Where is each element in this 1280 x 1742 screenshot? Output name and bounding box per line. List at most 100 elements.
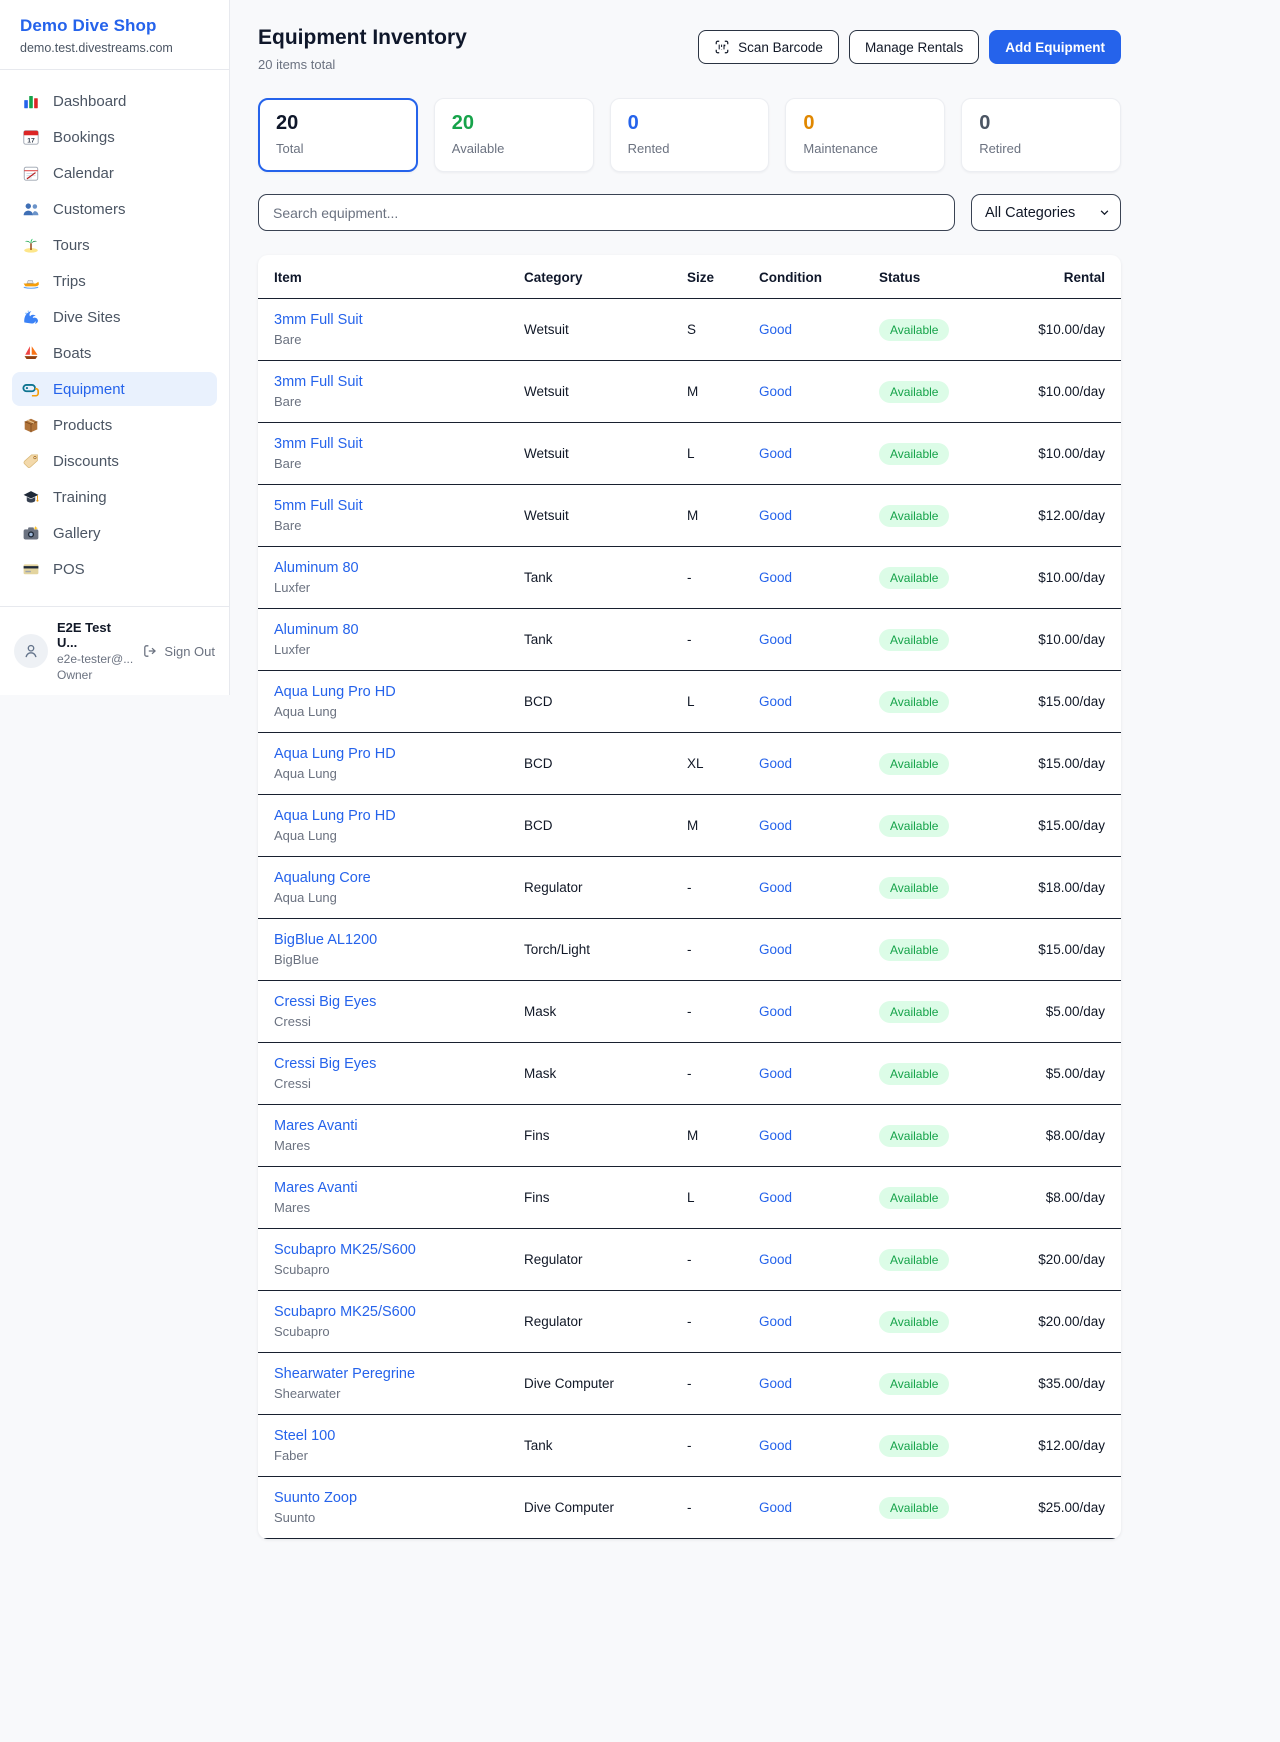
nav-item-icon <box>22 236 40 254</box>
stat-label: Maintenance <box>803 141 927 156</box>
sidebar-item[interactable]: Dashboard <box>12 84 217 118</box>
category-cell: Dive Computer <box>524 1500 687 1515</box>
stat-card[interactable]: 0 Rented <box>610 98 770 172</box>
nav-item-icon <box>22 488 40 506</box>
page-title: Equipment Inventory <box>258 26 467 50</box>
condition-link[interactable]: Good <box>759 1376 879 1391</box>
sidebar-item[interactable]: Calendar <box>12 156 217 190</box>
status-cell: Available <box>879 1435 1009 1457</box>
scan-barcode-button[interactable]: Scan Barcode <box>698 30 839 64</box>
sidebar-item[interactable]: POS <box>12 552 217 586</box>
item-name-link[interactable]: Mares Avanti <box>274 1180 524 1196</box>
status-badge: Available <box>879 815 949 837</box>
item-name-link[interactable]: BigBlue AL1200 <box>274 932 524 948</box>
condition-link[interactable]: Good <box>759 446 879 461</box>
condition-link[interactable]: Good <box>759 1252 879 1267</box>
search-input[interactable] <box>258 194 955 231</box>
size-cell: - <box>687 1376 759 1391</box>
condition-link[interactable]: Good <box>759 1438 879 1453</box>
sidebar-item[interactable]: Equipment <box>12 372 217 406</box>
stat-value: 0 <box>979 112 1103 135</box>
condition-link[interactable]: Good <box>759 694 879 709</box>
condition-link[interactable]: Good <box>759 384 879 399</box>
item-name-link[interactable]: Aluminum 80 <box>274 622 524 638</box>
category-cell: Wetsuit <box>524 446 687 461</box>
table-row: Aqua Lung Pro HD Aqua Lung BCD L Good Av… <box>258 671 1121 733</box>
nav-item-label: Calendar <box>53 165 114 182</box>
condition-link[interactable]: Good <box>759 508 879 523</box>
item-brand: Aqua Lung <box>274 890 524 905</box>
stat-value: 0 <box>628 112 752 135</box>
size-cell: S <box>687 322 759 337</box>
condition-link[interactable]: Good <box>759 1500 879 1515</box>
nav-item-label: Discounts <box>53 453 119 470</box>
sidebar-item[interactable]: Boats <box>12 336 217 370</box>
sidebar-item[interactable]: Discounts <box>12 444 217 478</box>
nav-item-icon <box>22 308 40 326</box>
category-cell: Regulator <box>524 1252 687 1267</box>
sidebar-item[interactable]: Products <box>12 408 217 442</box>
status-badge: Available <box>879 1435 949 1457</box>
main-content: Equipment Inventory 20 items total Scan … <box>230 0 1280 1589</box>
item-name-link[interactable]: Scubapro MK25/S600 <box>274 1304 524 1320</box>
item-brand: Luxfer <box>274 580 524 595</box>
add-equipment-button[interactable]: Add Equipment <box>989 30 1121 64</box>
rental-cell: $20.00/day <box>1009 1252 1105 1267</box>
sign-out-button[interactable]: Sign Out <box>142 643 215 659</box>
sidebar-item[interactable]: Training <box>12 480 217 514</box>
item-name-link[interactable]: Mares Avanti <box>274 1118 524 1134</box>
item-name-link[interactable]: Aqua Lung Pro HD <box>274 684 524 700</box>
user-info: E2E Test U... e2e-tester@... Owner <box>57 620 133 682</box>
stat-card[interactable]: 0 Maintenance <box>785 98 945 172</box>
stat-value: 0 <box>803 112 927 135</box>
stat-label: Available <box>452 141 576 156</box>
item-name-link[interactable]: 3mm Full Suit <box>274 374 524 390</box>
condition-link[interactable]: Good <box>759 570 879 585</box>
item-name-link[interactable]: Cressi Big Eyes <box>274 994 524 1010</box>
condition-link[interactable]: Good <box>759 942 879 957</box>
condition-link[interactable]: Good <box>759 1190 879 1205</box>
sidebar-item[interactable]: Dive Sites <box>12 300 217 334</box>
rental-cell: $10.00/day <box>1009 446 1105 461</box>
condition-link[interactable]: Good <box>759 322 879 337</box>
equipment-table: Item Category Size Condition Status Rent… <box>258 255 1121 1539</box>
stat-card[interactable]: 20 Available <box>434 98 594 172</box>
manage-rentals-button[interactable]: Manage Rentals <box>849 30 979 64</box>
size-cell: - <box>687 942 759 957</box>
item-name-link[interactable]: Suunto Zoop <box>274 1490 524 1506</box>
item-name-link[interactable]: 3mm Full Suit <box>274 436 524 452</box>
condition-link[interactable]: Good <box>759 880 879 895</box>
item-name-link[interactable]: Cressi Big Eyes <box>274 1056 524 1072</box>
condition-link[interactable]: Good <box>759 818 879 833</box>
condition-link[interactable]: Good <box>759 632 879 647</box>
table-row: Cressi Big Eyes Cressi Mask - Good Avail… <box>258 1043 1121 1105</box>
size-cell: L <box>687 694 759 709</box>
item-name-link[interactable]: 3mm Full Suit <box>274 312 524 328</box>
condition-link[interactable]: Good <box>759 1004 879 1019</box>
item-name-link[interactable]: Aqua Lung Pro HD <box>274 746 524 762</box>
stat-card[interactable]: 0 Retired <box>961 98 1121 172</box>
nav-item-label: POS <box>53 561 85 578</box>
condition-link[interactable]: Good <box>759 1128 879 1143</box>
sidebar-item[interactable]: Customers <box>12 192 217 226</box>
status-badge: Available <box>879 877 949 899</box>
item-name-link[interactable]: Aqualung Core <box>274 870 524 886</box>
item-name-link[interactable]: Shearwater Peregrine <box>274 1366 524 1382</box>
item-name-link[interactable]: Scubapro MK25/S600 <box>274 1242 524 1258</box>
nav-item-icon <box>22 128 40 146</box>
item-name-link[interactable]: Aluminum 80 <box>274 560 524 576</box>
sidebar-item[interactable]: Gallery <box>12 516 217 550</box>
condition-link[interactable]: Good <box>759 1314 879 1329</box>
item-name-link[interactable]: 5mm Full Suit <box>274 498 524 514</box>
item-name-link[interactable]: Aqua Lung Pro HD <box>274 808 524 824</box>
sidebar-item[interactable]: Tours <box>12 228 217 262</box>
stat-card[interactable]: 20 Total <box>258 98 418 172</box>
category-cell: BCD <box>524 818 687 833</box>
item-name-link[interactable]: Steel 100 <box>274 1428 524 1444</box>
nav-item-label: Tours <box>53 237 90 254</box>
sidebar-item[interactable]: Bookings <box>12 120 217 154</box>
category-select[interactable]: All Categories <box>971 194 1121 231</box>
sidebar-item[interactable]: Trips <box>12 264 217 298</box>
condition-link[interactable]: Good <box>759 1066 879 1081</box>
condition-link[interactable]: Good <box>759 756 879 771</box>
